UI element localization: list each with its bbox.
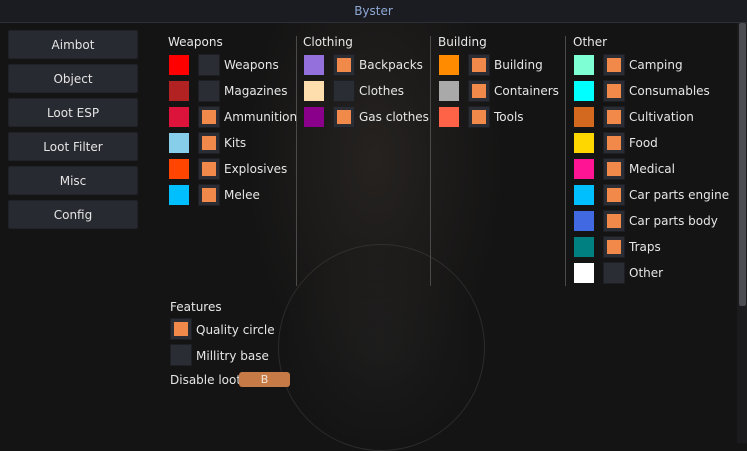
other-other-label: Other (629, 266, 664, 280)
other-car-parts-engine-color-swatch[interactable] (574, 185, 594, 205)
other-section-title: Other (573, 35, 608, 49)
other-food-color-swatch[interactable] (574, 133, 594, 153)
building-containers-color-swatch[interactable] (439, 81, 459, 101)
sidebar-item-object[interactable]: Object (8, 64, 138, 93)
millitry-base-label: Millitry base (196, 349, 269, 363)
sidebar-item-aimbot[interactable]: Aimbot (8, 30, 138, 59)
building-section-title: Building (438, 35, 487, 49)
other-car-parts-body-label: Car parts body (629, 214, 718, 228)
other-consumables-label: Consumables (629, 84, 710, 98)
building-building-label: Building (494, 58, 543, 72)
weapons-ammunition-label: Ammunition (224, 110, 298, 124)
weapons-melee-checkbox[interactable] (198, 184, 220, 206)
disable-loot-label: Disable loot: (170, 373, 246, 387)
features-section-title: Features (170, 300, 222, 314)
window-title: Byster (0, 0, 747, 23)
other-camping-color-swatch[interactable] (574, 55, 594, 75)
other-car-parts-engine-label: Car parts engine (629, 188, 730, 202)
weapons-ammunition-color-swatch[interactable] (169, 107, 189, 127)
other-cultivation-color-swatch[interactable] (574, 107, 594, 127)
weapons-kits-checkbox[interactable] (198, 132, 220, 154)
other-consumables-color-swatch[interactable] (574, 81, 594, 101)
clothing-clothes-checkbox[interactable] (333, 80, 355, 102)
section-divider (296, 36, 297, 286)
weapons-weapons-checkbox[interactable] (198, 54, 220, 76)
weapons-melee-color-swatch[interactable] (169, 185, 189, 205)
other-cultivation-checkbox[interactable] (603, 106, 625, 128)
other-camping-label: Camping (629, 58, 683, 72)
other-traps-label: Traps (629, 240, 661, 254)
quality-circle-checkbox[interactable] (170, 318, 192, 340)
sidebar-item-loot-esp[interactable]: Loot ESP (8, 98, 138, 127)
other-traps-checkbox[interactable] (603, 236, 625, 258)
clothing-gas-clothes-color-swatch[interactable] (304, 107, 324, 127)
weapons-explosives-checkbox[interactable] (198, 158, 220, 180)
section-divider (430, 36, 431, 286)
clothing-backpacks-checkbox[interactable] (333, 54, 355, 76)
other-food-checkbox[interactable] (603, 132, 625, 154)
other-car-parts-body-checkbox[interactable] (603, 210, 625, 232)
building-building-checkbox[interactable] (468, 54, 490, 76)
weapons-magazines-checkbox[interactable] (198, 80, 220, 102)
weapons-magazines-color-swatch[interactable] (169, 81, 189, 101)
weapons-weapons-color-swatch[interactable] (169, 55, 189, 75)
clothing-section-title: Clothing (303, 35, 353, 49)
other-consumables-checkbox[interactable] (603, 80, 625, 102)
other-cultivation-label: Cultivation (629, 110, 694, 124)
sidebar-item-loot-filter[interactable]: Loot Filter (8, 132, 138, 161)
weapons-weapons-label: Weapons (224, 58, 279, 72)
millitry-base-checkbox[interactable] (170, 344, 192, 366)
other-medical-color-swatch[interactable] (574, 159, 594, 179)
clothing-gas-clothes-label: Gas clothes (359, 110, 429, 124)
sidebar-item-config[interactable]: Config (8, 200, 138, 229)
clothing-clothes-label: Clothes (359, 84, 404, 98)
weapons-section-title: Weapons (168, 35, 223, 49)
background-circle (278, 244, 485, 451)
other-other-checkbox[interactable] (603, 262, 625, 284)
clothing-clothes-color-swatch[interactable] (304, 81, 324, 101)
weapons-explosives-color-swatch[interactable] (169, 159, 189, 179)
clothing-backpacks-color-swatch[interactable] (304, 55, 324, 75)
section-divider (565, 36, 566, 286)
other-other-color-swatch[interactable] (574, 263, 594, 283)
building-tools-label: Tools (494, 110, 524, 124)
other-traps-color-swatch[interactable] (574, 237, 594, 257)
weapons-melee-label: Melee (224, 188, 260, 202)
clothing-gas-clothes-checkbox[interactable] (333, 106, 355, 128)
quality-circle-label: Quality circle (196, 323, 275, 337)
clothing-backpacks-label: Backpacks (359, 58, 423, 72)
weapons-kits-label: Kits (224, 136, 247, 150)
weapons-magazines-label: Magazines (224, 84, 288, 98)
other-medical-checkbox[interactable] (603, 158, 625, 180)
other-camping-checkbox[interactable] (603, 54, 625, 76)
sidebar-item-misc[interactable]: Misc (8, 166, 138, 195)
weapons-ammunition-checkbox[interactable] (198, 106, 220, 128)
other-car-parts-body-color-swatch[interactable] (574, 211, 594, 231)
building-building-color-swatch[interactable] (439, 55, 459, 75)
scrollbar-thumb[interactable] (739, 23, 746, 306)
building-containers-checkbox[interactable] (468, 80, 490, 102)
building-tools-color-swatch[interactable] (439, 107, 459, 127)
disable-loot-keybind-button[interactable]: B (239, 372, 290, 387)
other-medical-label: Medical (629, 162, 675, 176)
other-car-parts-engine-checkbox[interactable] (603, 184, 625, 206)
other-food-label: Food (629, 136, 658, 150)
building-tools-checkbox[interactable] (468, 106, 490, 128)
building-containers-label: Containers (494, 84, 559, 98)
weapons-kits-color-swatch[interactable] (169, 133, 189, 153)
weapons-explosives-label: Explosives (224, 162, 288, 176)
